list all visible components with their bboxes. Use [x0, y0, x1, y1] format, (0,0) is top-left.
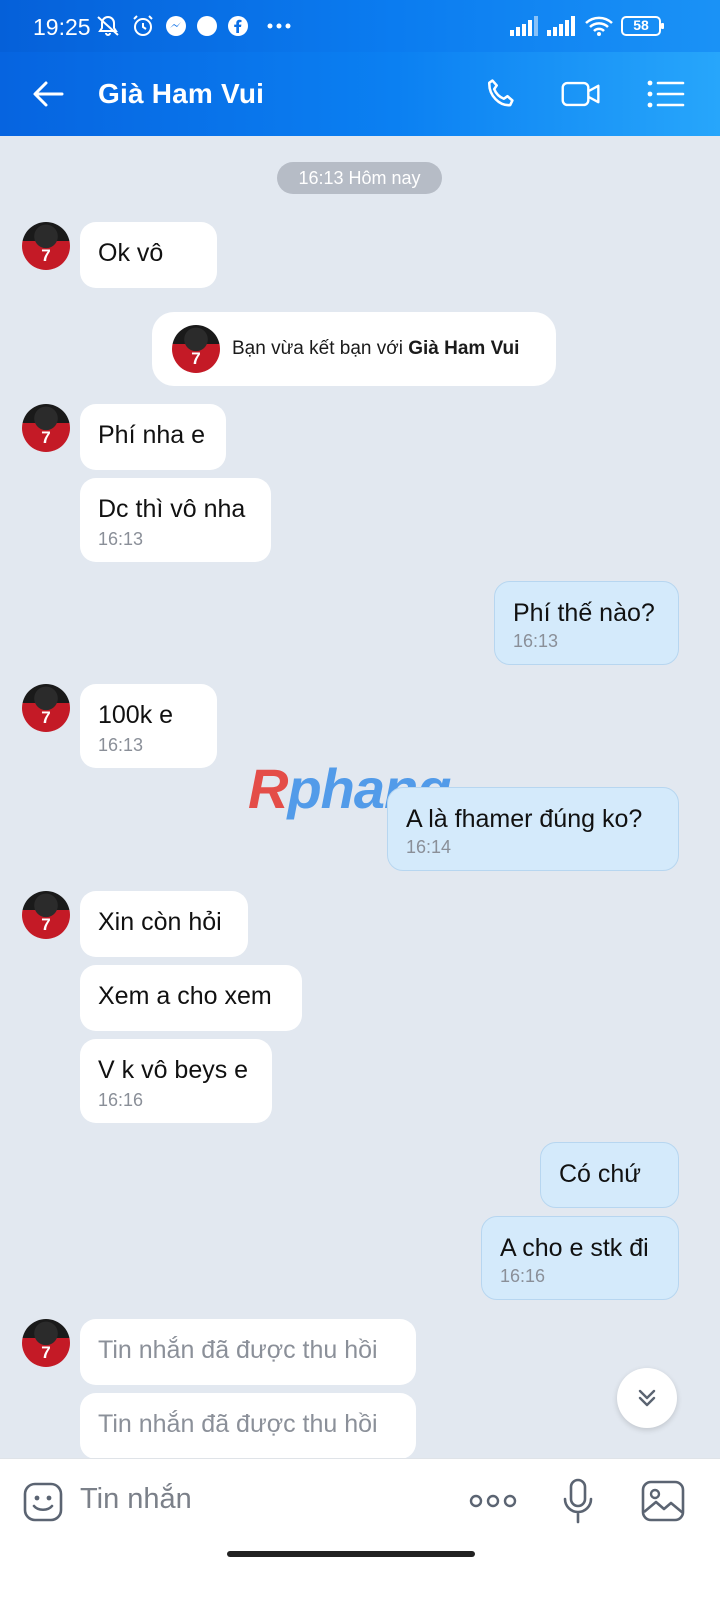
date-separator: 16:13 Hôm nay	[277, 162, 442, 194]
mute-icon	[95, 14, 121, 38]
message-time: 16:16	[98, 1090, 144, 1110]
battery-icon: 58	[621, 14, 665, 38]
avatar[interactable]: 7	[22, 404, 70, 452]
menu-list-icon[interactable]	[644, 74, 686, 114]
chat-area[interactable]: 16:13 Hôm nay 7 Ok vô 7 Bạn vừa kết bạn …	[0, 136, 720, 1486]
message-input[interactable]: Tin nhắn	[80, 1483, 192, 1516]
messenger-icon	[165, 14, 187, 38]
avatar: 7	[172, 325, 220, 373]
message-bubble-sent[interactable]: A cho e stk đi 16:16	[481, 1216, 679, 1300]
avatar[interactable]: 7	[22, 891, 70, 939]
recalled-message[interactable]: Tin nhắn đã được thu hồi	[80, 1393, 416, 1459]
recalled-message[interactable]: Tin nhắn đã được thu hồi	[80, 1319, 416, 1385]
double-chevron-down-icon	[638, 1389, 656, 1407]
more-icon	[266, 14, 292, 38]
message-time: 16:14	[406, 837, 452, 857]
status-bar: 19:25 58	[0, 0, 720, 52]
home-indicator[interactable]	[227, 1551, 475, 1557]
more-options-icon[interactable]	[468, 1489, 518, 1513]
message-bubble-received[interactable]: Xin còn hỏi	[80, 891, 248, 957]
message-bubble-sent[interactable]: A là fhamer đúng ko? 16:14	[387, 787, 679, 871]
avatar[interactable]: 7	[22, 684, 70, 732]
message-time: 16:13	[513, 631, 559, 651]
message-time: 16:13	[98, 529, 144, 549]
status-time: 19:25	[33, 14, 91, 40]
message-bubble-received[interactable]: Phí nha e	[80, 404, 226, 470]
phone-icon[interactable]	[480, 74, 522, 114]
signal-icon	[510, 14, 540, 38]
avatar[interactable]: 7	[22, 1319, 70, 1367]
system-message: Bạn vừa kết bạn với Già Ham Vui	[232, 338, 520, 359]
message-bubble-received[interactable]: Ok vô	[80, 222, 217, 288]
signal-icon	[547, 14, 577, 38]
back-arrow-icon[interactable]	[30, 76, 66, 112]
message-time: 16:13	[98, 735, 144, 755]
sticker-icon[interactable]	[22, 1481, 64, 1523]
message-time: 16:16	[500, 1266, 546, 1286]
avatar[interactable]: 7	[22, 222, 70, 270]
message-bubble-sent[interactable]: Có chứ	[540, 1142, 679, 1208]
alarm-icon	[131, 14, 155, 38]
video-call-icon[interactable]	[560, 74, 602, 114]
message-bubble-received[interactable]: V k vô beys e 16:16	[80, 1039, 272, 1123]
message-bubble-received[interactable]: 100k e 16:13	[80, 684, 217, 768]
wifi-icon	[584, 14, 614, 38]
microphone-icon[interactable]	[560, 1477, 596, 1527]
scroll-down-button[interactable]	[617, 1368, 677, 1428]
message-bubble-received[interactable]: Xem a cho xem	[80, 965, 302, 1031]
message-composer: Tin nhắn	[0, 1458, 720, 1601]
contact-name[interactable]: Già Ham Vui	[98, 78, 264, 110]
facebook-icon	[227, 14, 249, 38]
chat-header: Già Ham Vui	[0, 52, 720, 136]
friend-added-notice: 7 Bạn vừa kết bạn với Già Ham Vui	[152, 312, 556, 386]
image-gallery-icon[interactable]	[640, 1479, 686, 1523]
battery-level: 58	[633, 17, 649, 33]
message-bubble-received[interactable]: Dc thì vô nha 16:13	[80, 478, 271, 562]
message-bubble-sent[interactable]: Phí thế nào? 16:13	[494, 581, 679, 665]
dot-icon	[196, 14, 218, 38]
